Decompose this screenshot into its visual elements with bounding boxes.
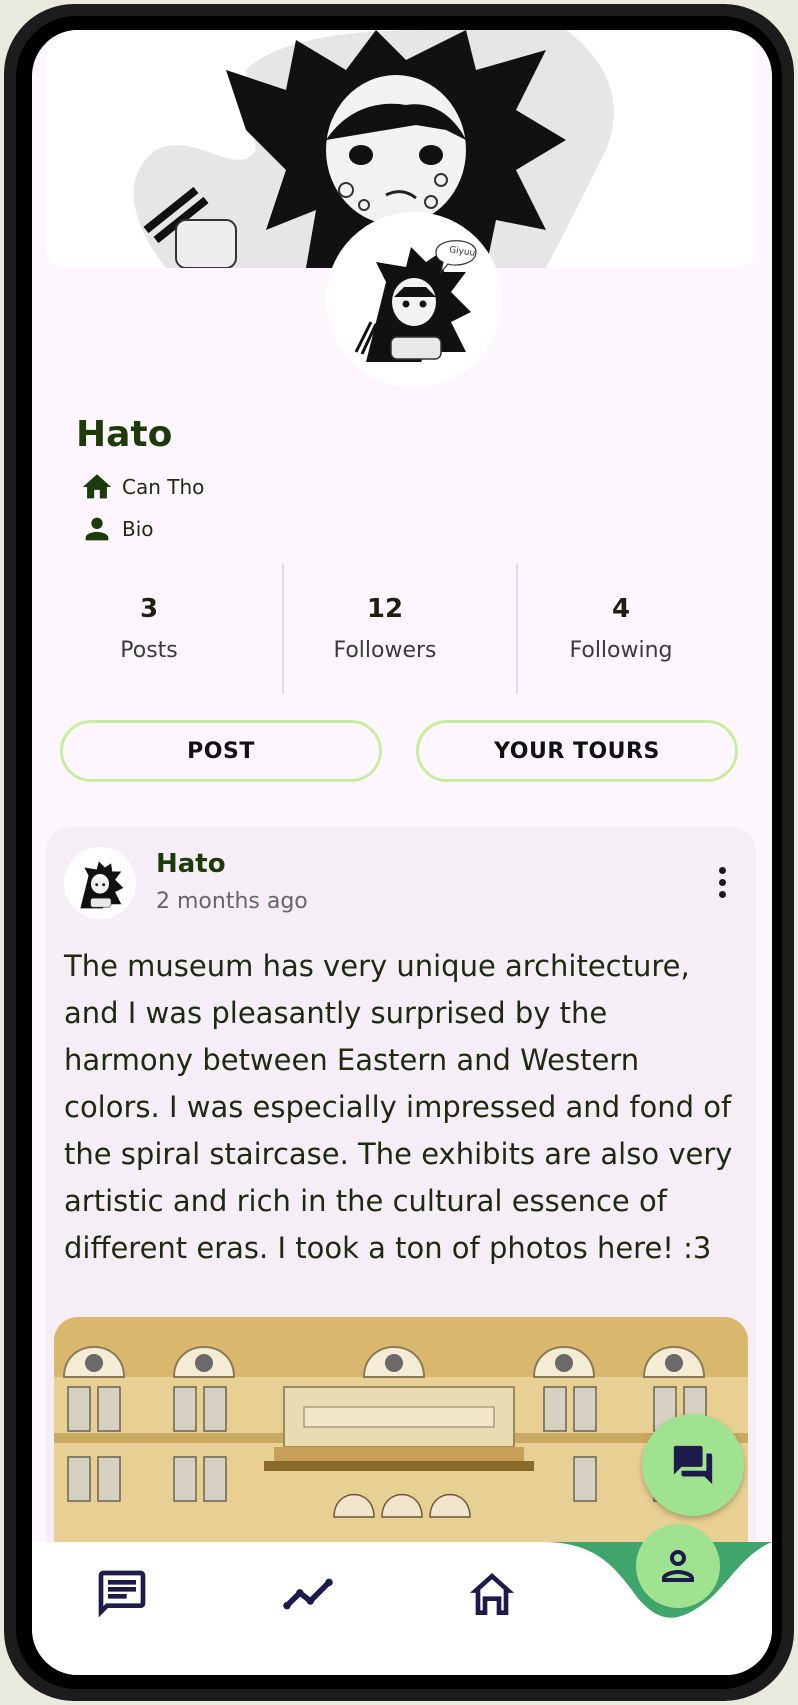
home-icon bbox=[469, 1573, 515, 1615]
forum-icon bbox=[673, 1445, 713, 1485]
stat-followers[interactable]: 12 Followers bbox=[270, 564, 500, 663]
stat-following[interactable]: 4 Following bbox=[506, 564, 736, 663]
location-row: Can Tho bbox=[78, 470, 204, 504]
post-button[interactable]: POST bbox=[60, 720, 382, 782]
stat-value: 12 bbox=[366, 594, 404, 624]
screen: Giyuu Hato Can Tho Bio 3 Posts 12 Follow… bbox=[32, 30, 772, 1675]
post-author-name[interactable]: Hato bbox=[156, 849, 226, 879]
profile-avatar[interactable]: Giyuu bbox=[326, 212, 502, 388]
person-icon bbox=[85, 517, 109, 541]
bio-text: Bio bbox=[122, 517, 154, 541]
nav-trending[interactable] bbox=[280, 1566, 340, 1626]
stat-value: 3 bbox=[139, 594, 159, 624]
nav-home[interactable] bbox=[464, 1566, 524, 1626]
more-vert-icon[interactable] bbox=[716, 867, 728, 901]
home-icon bbox=[82, 474, 112, 499]
chat-icon bbox=[98, 1570, 146, 1618]
post-body: The museum has very unique architecture,… bbox=[64, 949, 733, 1265]
stat-value: 4 bbox=[611, 594, 631, 624]
stats-row: 3 Posts 12 Followers 4 Following bbox=[32, 564, 772, 696]
profile-name: Hato bbox=[76, 414, 173, 455]
stat-posts[interactable]: 3 Posts bbox=[34, 564, 264, 663]
stat-label: Posts bbox=[120, 638, 178, 663]
location-text: Can Tho bbox=[122, 475, 205, 499]
nav-chat[interactable] bbox=[94, 1566, 154, 1626]
nav-profile[interactable] bbox=[636, 1524, 720, 1608]
chat-fab[interactable] bbox=[642, 1414, 744, 1516]
post-author-avatar[interactable] bbox=[64, 847, 136, 919]
stat-label: Followers bbox=[333, 638, 437, 663]
stat-label: Following bbox=[569, 638, 673, 663]
your-tours-button[interactable]: YOUR TOURS bbox=[416, 720, 738, 782]
post-timestamp: 2 months ago bbox=[156, 889, 308, 914]
trending-icon bbox=[283, 1578, 333, 1610]
bio-row: Bio bbox=[78, 512, 154, 546]
person-icon bbox=[662, 1550, 694, 1582]
